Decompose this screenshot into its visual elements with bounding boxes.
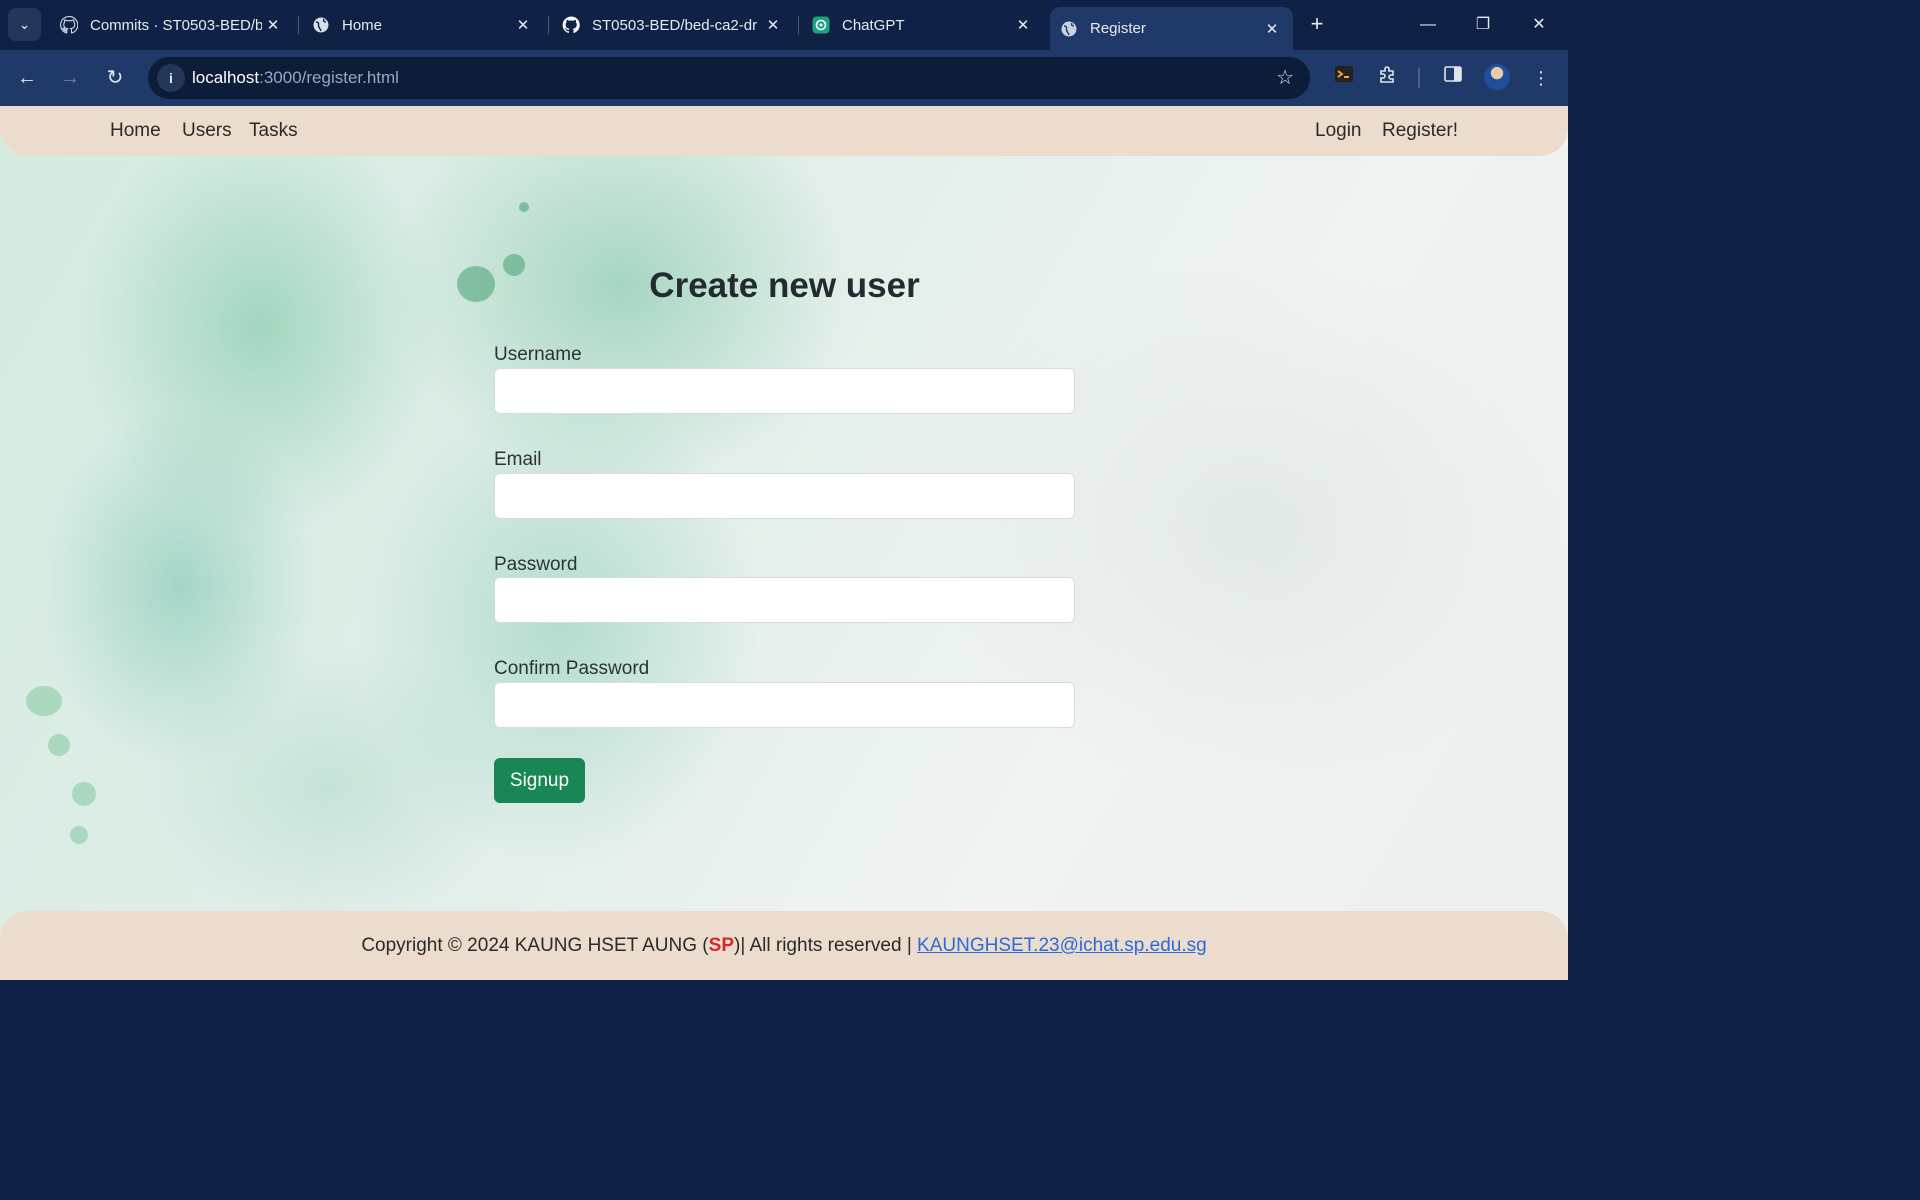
forward-arrow-icon[interactable]: → [55, 63, 85, 93]
more-menu-icon[interactable]: ⋮ [1527, 64, 1555, 92]
terminal-extension-icon[interactable] [1330, 64, 1358, 92]
tab-chatgpt[interactable]: ChatGPT ✕ [804, 7, 1042, 43]
paint-splash-decoration [70, 826, 88, 844]
password-label: Password [494, 554, 578, 575]
footer-copyright: Copyright © 2024 KAUNG HSET AUNG (SP)| A… [0, 935, 1568, 957]
username-label: Username [494, 344, 582, 365]
extensions-puzzle-icon[interactable] [1374, 64, 1402, 92]
paint-splash-decoration [72, 782, 96, 806]
confirm-password-label: Confirm Password [494, 658, 650, 679]
reload-icon[interactable]: ↻ [100, 63, 130, 93]
window-close-icon[interactable]: ✕ [1524, 10, 1554, 40]
globe-icon [1060, 20, 1078, 38]
page-viewport: Home Users Tasks Login Register! Create … [0, 106, 1568, 980]
footer-copyright-prefix: Copyright © 2024 KAUNG HSET AUNG ( [361, 935, 709, 956]
tab-divider [298, 16, 299, 34]
tab-divider [548, 16, 549, 34]
close-icon[interactable]: ✕ [1261, 20, 1283, 38]
close-icon[interactable]: ✕ [262, 16, 284, 34]
tab-title: Register [1090, 20, 1146, 37]
tab-search-dropdown-icon[interactable]: ⌄ [8, 8, 41, 41]
close-icon[interactable]: ✕ [762, 16, 784, 34]
tab-register[interactable]: Register ✕ [1050, 7, 1293, 50]
nav-link-tasks[interactable]: Tasks [249, 120, 298, 142]
email-field[interactable] [494, 473, 1075, 519]
github-icon [60, 16, 78, 34]
email-label: Email [494, 449, 542, 470]
tab-commits[interactable]: Commits · ST0503-BED/b ✕ [52, 7, 292, 43]
signup-button[interactable]: Signup [494, 758, 585, 803]
footer-email-link[interactable]: KAUNGHSET.23@ichat.sp.edu.sg [917, 935, 1207, 956]
minimize-icon[interactable]: — [1413, 10, 1443, 40]
url-host: localhost [192, 68, 260, 87]
tab-title: Commits · ST0503-BED/b [90, 16, 262, 34]
tab-home[interactable]: Home ✕ [304, 7, 542, 43]
back-arrow-icon[interactable]: ← [12, 63, 42, 93]
bookmark-star-icon[interactable]: ☆ [1276, 65, 1294, 90]
browser-tabstrip: ⌄ Commits · ST0503-BED/b ✕ Home ✕ ST0503… [0, 0, 1568, 50]
tab-divider [798, 16, 799, 34]
password-field[interactable] [494, 577, 1075, 623]
restore-icon[interactable]: ❐ [1468, 10, 1498, 40]
site-info-icon[interactable]: i [157, 64, 185, 92]
tab-title: Home [342, 16, 383, 34]
nav-link-login[interactable]: Login [1315, 120, 1362, 142]
page-title: Create new user [649, 266, 920, 305]
tab-title: ST0503-BED/bed-ca2-dr [592, 16, 758, 34]
nav-link-register[interactable]: Register! [1382, 120, 1458, 142]
tab-title: ChatGPT [842, 16, 905, 34]
site-navbar: Home Users Tasks Login Register! [0, 106, 1568, 156]
paint-splash-decoration [457, 266, 495, 302]
username-field[interactable] [494, 368, 1075, 414]
nav-link-users[interactable]: Users [182, 120, 232, 142]
tab-repo[interactable]: ST0503-BED/bed-ca2-dr ✕ [554, 7, 792, 43]
register-form: Create new user Username Email Password … [494, 266, 1075, 803]
chatgpt-icon [812, 16, 830, 34]
confirm-password-field[interactable] [494, 682, 1075, 728]
browser-toolbar: ← → ↻ i localhost:3000/register.html ☆ ⋮ [0, 50, 1568, 106]
paint-splash-decoration [48, 734, 70, 756]
toolbar-divider [1418, 68, 1420, 88]
side-panel-icon[interactable] [1439, 64, 1467, 92]
address-bar[interactable]: i localhost:3000/register.html ☆ [148, 57, 1310, 99]
close-icon[interactable]: ✕ [512, 16, 534, 34]
paint-splash-decoration [519, 202, 529, 212]
globe-icon [312, 16, 330, 34]
new-tab-icon[interactable]: + [1304, 12, 1330, 38]
url-path: :3000/register.html [259, 68, 399, 87]
footer-sp-highlight: SP [708, 935, 734, 956]
github-icon [562, 16, 580, 34]
profile-avatar[interactable] [1484, 64, 1510, 90]
nav-link-home[interactable]: Home [110, 120, 161, 142]
footer-copyright-suffix: )| All rights reserved | [734, 935, 918, 956]
close-icon[interactable]: ✕ [1012, 16, 1034, 34]
url-text[interactable]: localhost:3000/register.html [192, 68, 399, 88]
site-footer: Copyright © 2024 KAUNG HSET AUNG (SP)| A… [0, 911, 1568, 980]
paint-splash-decoration [26, 686, 62, 716]
